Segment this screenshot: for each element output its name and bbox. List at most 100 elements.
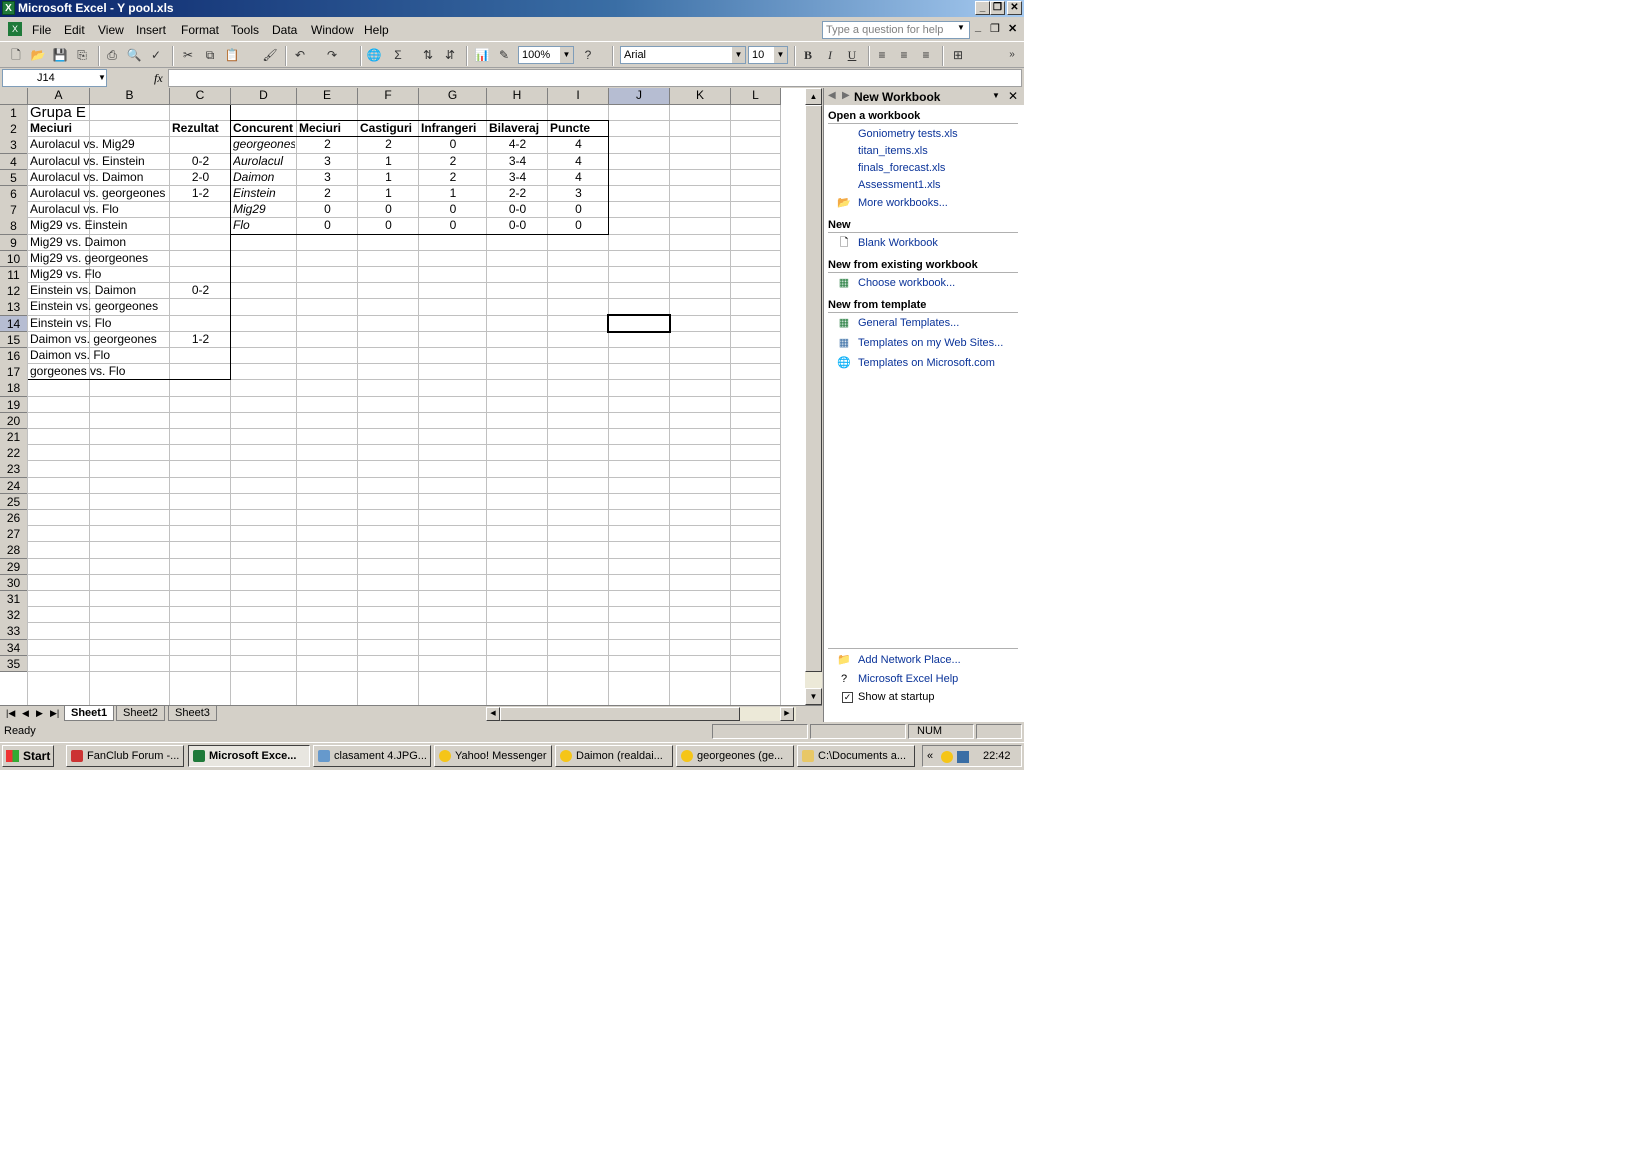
standings-value[interactable]: 3 <box>299 169 356 186</box>
standings-header[interactable]: Concurent <box>233 120 295 137</box>
microsoft-templates-link[interactable]: Templates on Microsoft.com <box>858 357 995 369</box>
horizontal-scroll-thumb[interactable] <box>500 707 740 721</box>
first-sheet-icon[interactable]: |◀ <box>6 708 15 719</box>
paste-icon[interactable]: 📋 <box>224 47 240 63</box>
close-button[interactable]: ✕ <box>1007 1 1022 15</box>
network-tray-icon[interactable] <box>957 751 969 763</box>
column-header-a[interactable]: A <box>28 88 90 105</box>
standings-value[interactable]: 0-0 <box>489 201 546 218</box>
task-documents-folder[interactable]: C:\Documents a... <box>797 745 915 767</box>
standings-value[interactable]: 1 <box>360 185 417 202</box>
match-result[interactable] <box>172 234 229 251</box>
standings-header[interactable]: Castiguri <box>360 120 417 137</box>
chart-wizard-icon[interactable]: 📊 <box>474 47 490 63</box>
row-header-10[interactable]: 10 <box>0 250 28 268</box>
match-result[interactable] <box>172 363 229 380</box>
match-result[interactable] <box>172 298 229 315</box>
vertical-scroll-thumb[interactable] <box>805 105 822 672</box>
scroll-down-icon[interactable]: ▼ <box>805 688 822 705</box>
row-header-8[interactable]: 8 <box>0 218 28 236</box>
bold-button[interactable]: B <box>800 47 816 63</box>
row-header-33[interactable]: 33 <box>0 623 28 641</box>
align-right-icon[interactable]: ≡ <box>918 47 934 63</box>
match-result[interactable]: 2-0 <box>172 169 229 186</box>
row-header-3[interactable]: 3 <box>0 137 28 155</box>
print-preview-icon[interactable]: 🔍 <box>126 47 142 63</box>
competitor-name[interactable]: Daimon <box>233 169 295 186</box>
standings-value[interactable]: 2 <box>299 185 356 202</box>
match-result[interactable] <box>172 266 229 283</box>
task-georgeones-chat[interactable]: georgeones (ge... <box>676 745 794 767</box>
row-header-32[interactable]: 32 <box>0 607 28 624</box>
row-header-20[interactable]: 20 <box>0 412 28 430</box>
select-all-corner[interactable] <box>0 88 28 105</box>
match-name[interactable]: Aurolacul vs. Einstein <box>30 153 168 170</box>
vertical-scrollbar[interactable]: ▲ ▼ <box>805 88 822 705</box>
row-header-12[interactable]: 12 <box>0 283 28 300</box>
match-name[interactable]: Aurolacul vs. Daimon <box>30 169 168 186</box>
underline-button[interactable]: U <box>844 47 860 63</box>
sort-ascending-icon[interactable]: ⇅ <box>420 47 436 63</box>
help-question-box[interactable]: Type a question for help <box>822 21 970 39</box>
match-name[interactable]: gorgeones vs. Flo <box>30 363 168 380</box>
name-box[interactable]: J14 <box>2 69 107 87</box>
row-header-13[interactable]: 13 <box>0 299 28 317</box>
scroll-right-icon[interactable]: ▶ <box>780 707 794 721</box>
match-result[interactable]: 0-2 <box>172 282 229 299</box>
row-header-18[interactable]: 18 <box>0 380 28 398</box>
task-yahoo-messenger[interactable]: Yahoo! Messenger <box>434 745 552 767</box>
borders-icon[interactable]: ⊞ <box>950 47 966 63</box>
recent-file-link[interactable]: finals_forecast.xls <box>858 162 945 174</box>
standings-value[interactable]: 0 <box>360 201 417 218</box>
row-header-19[interactable]: 19 <box>0 396 28 414</box>
row-header-27[interactable]: 27 <box>0 526 28 543</box>
undo-icon[interactable]: ↶ <box>292 47 308 63</box>
insert-function-icon[interactable]: fx <box>154 71 163 86</box>
prev-sheet-icon[interactable]: ◀ <box>22 708 29 719</box>
menu-insert[interactable]: Insert <box>136 23 166 37</box>
task-daimon-chat[interactable]: Daimon (realdai... <box>555 745 673 767</box>
competitor-name[interactable]: georgeones <box>233 136 295 153</box>
column-header-d[interactable]: D <box>231 88 297 105</box>
standings-value[interactable]: 0 <box>299 201 356 218</box>
zoom-select[interactable]: 100% ▼ <box>518 46 574 64</box>
menu-help[interactable]: Help <box>364 23 389 37</box>
column-header-b[interactable]: B <box>90 88 170 105</box>
competitor-name[interactable]: Mig29 <box>233 201 295 218</box>
match-result[interactable] <box>172 136 229 153</box>
row-header-14[interactable]: 14 <box>0 315 28 333</box>
standings-header[interactable]: Bilaveraj <box>489 120 546 137</box>
menu-tools[interactable]: Tools <box>231 23 259 37</box>
standings-value[interactable]: 0 <box>421 217 485 234</box>
row-header-28[interactable]: 28 <box>0 542 28 560</box>
match-name[interactable]: Einstein vs. georgeones <box>30 298 168 315</box>
recent-file-link[interactable]: titan_items.xls <box>858 145 928 157</box>
restore-button[interactable]: ❐ <box>990 1 1005 15</box>
standings-header[interactable]: Puncte <box>550 120 607 137</box>
more-workbooks-link[interactable]: More workbooks... <box>858 197 948 209</box>
column-header-g[interactable]: G <box>419 88 487 105</box>
row-header-1[interactable]: 1 <box>0 105 28 122</box>
standings-value[interactable]: 3 <box>299 153 356 170</box>
hyperlink-icon[interactable]: 🌐 <box>366 47 382 63</box>
row-header-16[interactable]: 16 <box>0 348 28 365</box>
competitor-name[interactable]: Einstein <box>233 185 295 202</box>
menu-format[interactable]: Format <box>181 23 219 37</box>
cut-icon[interactable]: ✂ <box>180 47 196 63</box>
help-icon[interactable]: ? <box>580 47 596 63</box>
row-header-4[interactable]: 4 <box>0 153 28 171</box>
column-header-k[interactable]: K <box>670 88 731 105</box>
match-name[interactable]: Daimon vs. Flo <box>30 347 168 364</box>
row-header-15[interactable]: 15 <box>0 331 28 349</box>
standings-value[interactable]: 2-2 <box>489 185 546 202</box>
standings-value[interactable]: 0 <box>299 217 356 234</box>
copy-icon[interactable]: ⧉ <box>202 47 218 63</box>
matches-header[interactable]: Meciuri <box>30 120 168 137</box>
result-header[interactable]: Rezultat <box>172 120 229 137</box>
drawing-icon[interactable]: ✎ <box>496 47 512 63</box>
standings-header[interactable]: Meciuri <box>299 120 356 137</box>
standings-value[interactable]: 1 <box>360 153 417 170</box>
general-templates-link[interactable]: General Templates... <box>858 317 959 329</box>
task-pane-menu-icon[interactable]: ▼ <box>992 91 1000 100</box>
open-icon[interactable]: 📂 <box>30 47 46 63</box>
